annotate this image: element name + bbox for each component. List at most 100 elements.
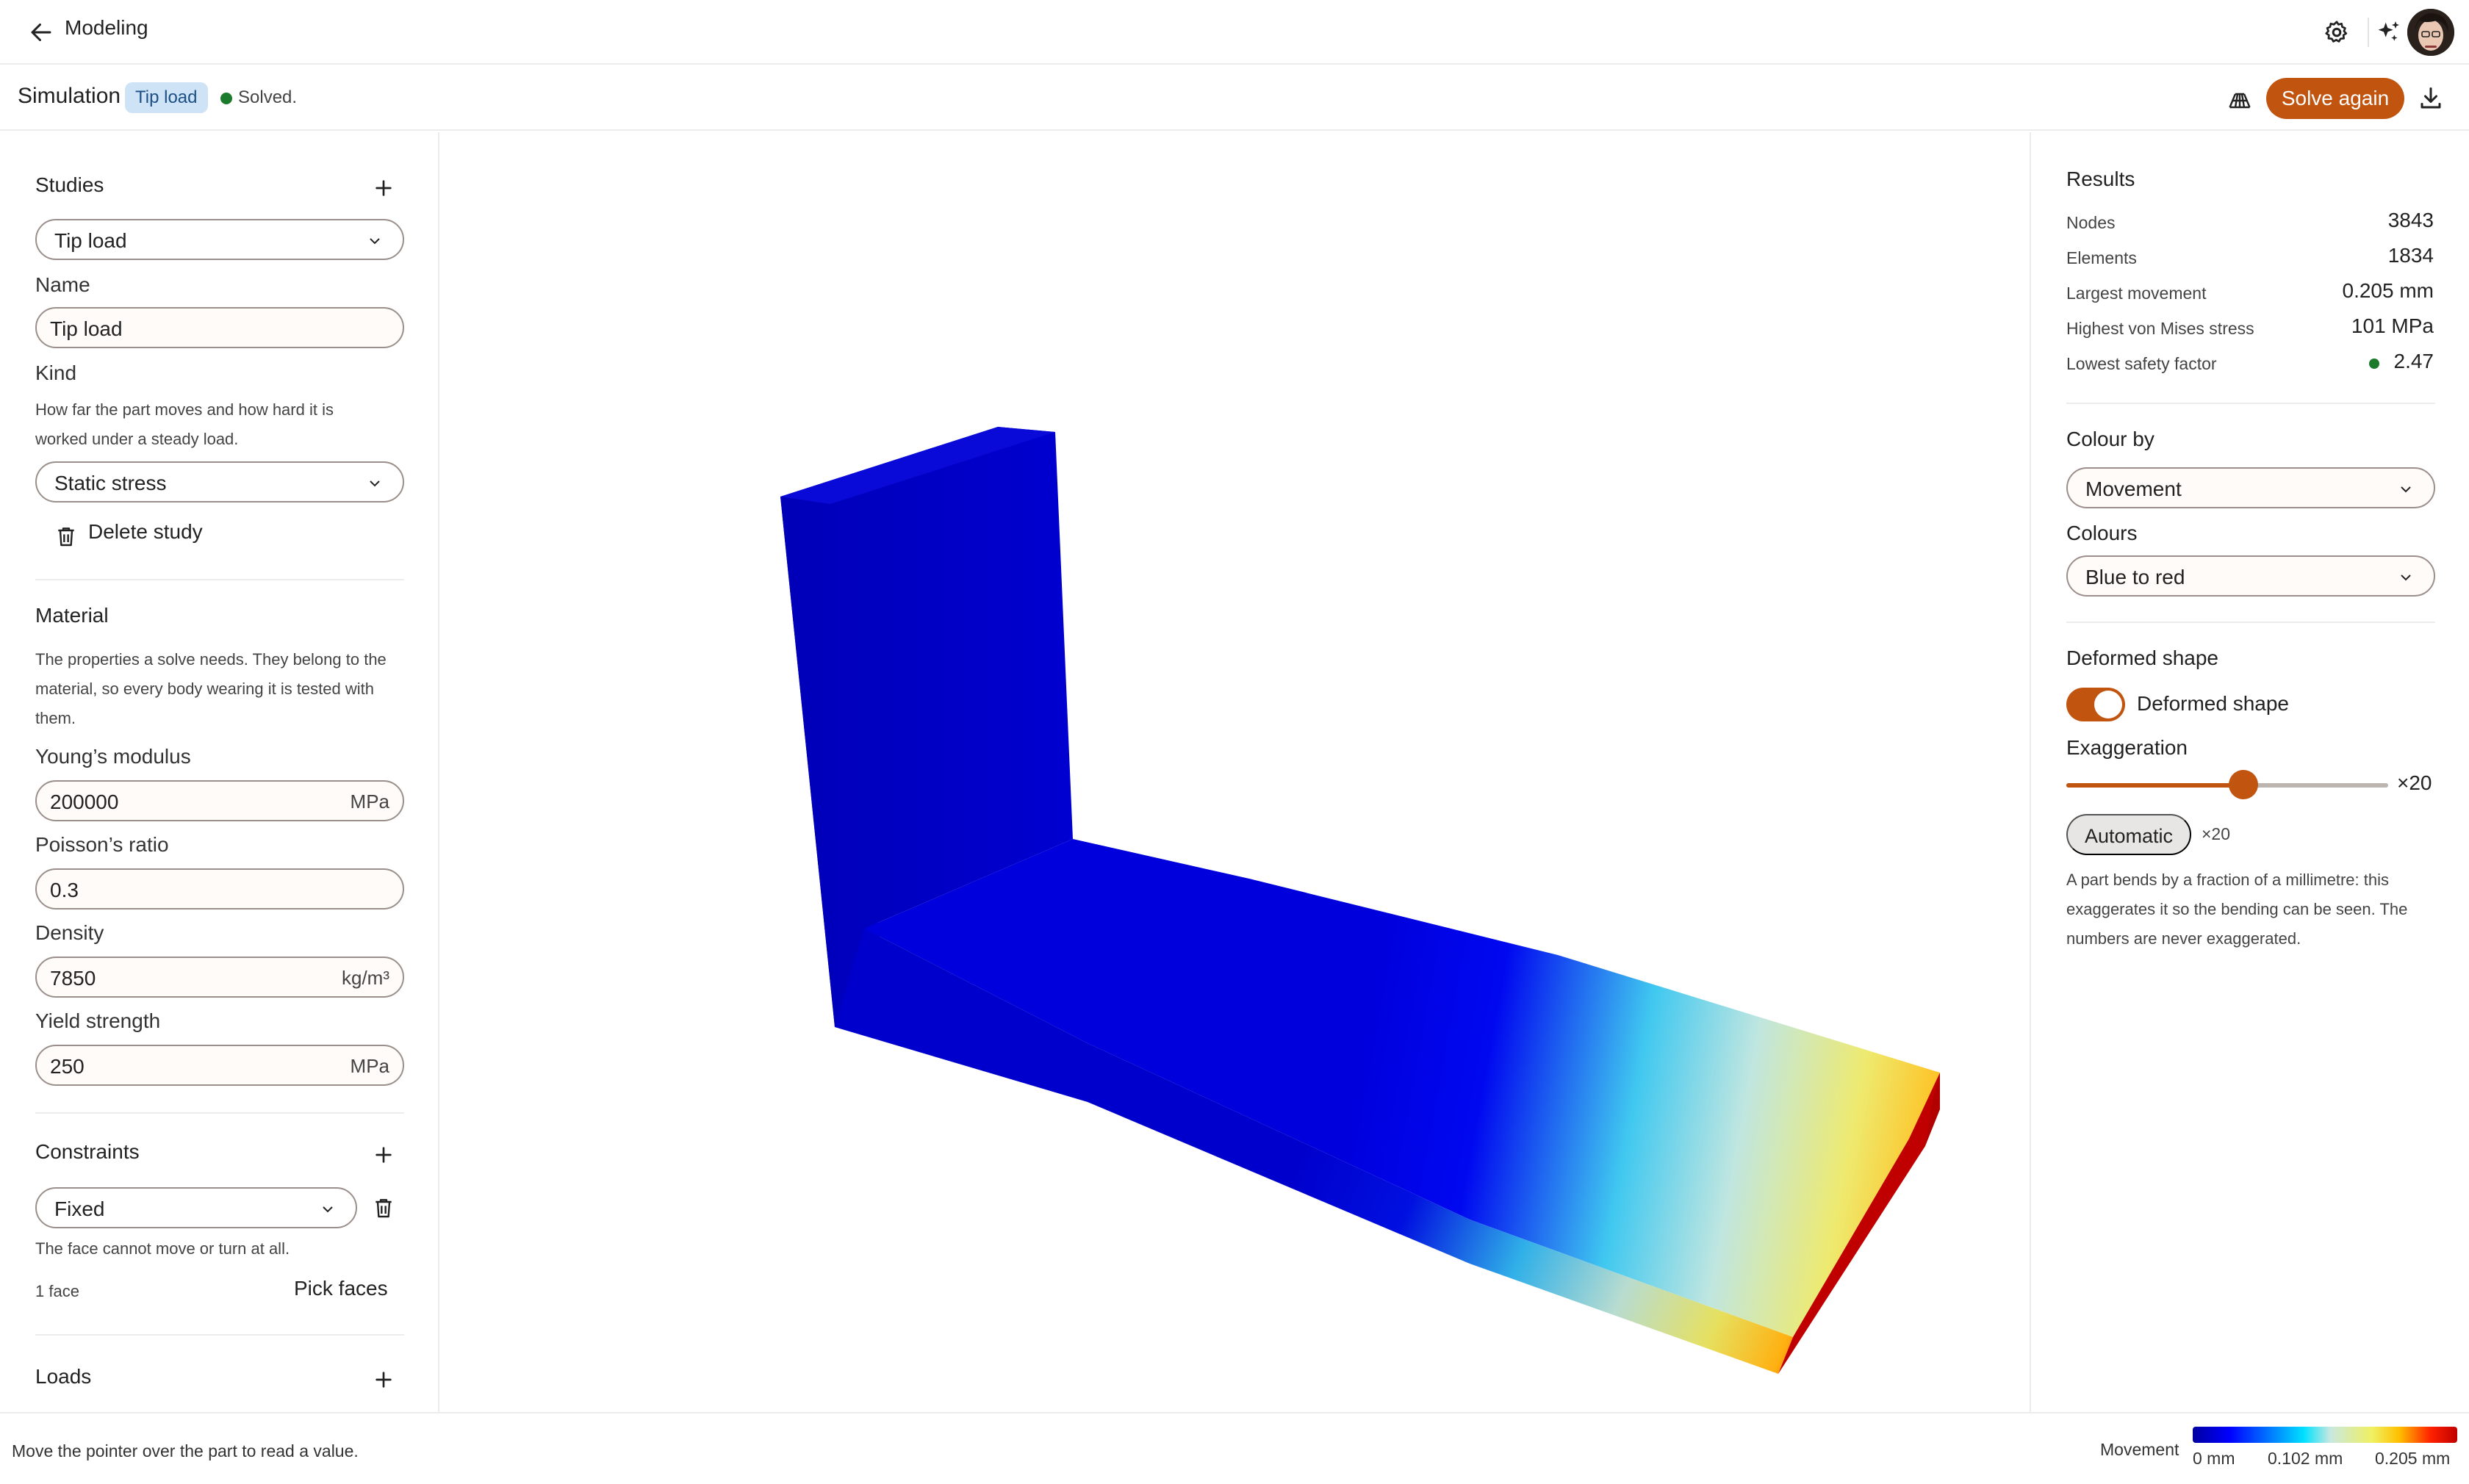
elements-label: Elements: [2066, 248, 2137, 267]
exaggeration-value: ×20: [2397, 771, 2432, 794]
youngs-modulus-input[interactable]: 200000 MPa: [35, 780, 404, 821]
constraint-help-text: The face cannot move or turn at all.: [35, 1239, 290, 1258]
material-heading: Material: [35, 604, 109, 627]
trash-icon[interactable]: [372, 1196, 395, 1220]
constraint-type-select[interactable]: Fixed: [35, 1187, 357, 1228]
kind-label: Kind: [35, 361, 77, 384]
yield-strength-label: Yield strength: [35, 1009, 161, 1032]
status-indicator: [220, 93, 232, 104]
studies-heading: Studies: [35, 173, 104, 196]
exaggeration-slider-thumb[interactable]: [2228, 770, 2258, 799]
nodes-value: 3843: [2387, 209, 2434, 231]
youngs-modulus-label: Young’s modulus: [35, 745, 191, 768]
kind-select-value: Static stress: [54, 472, 167, 494]
name-label: Name: [35, 273, 90, 296]
automatic-exaggeration-button[interactable]: Automatic: [2066, 814, 2191, 855]
study-name-input[interactable]: Tip load: [35, 307, 404, 348]
legend-title: Movement: [2100, 1440, 2179, 1459]
colour-by-value: Movement: [2085, 478, 2182, 500]
gear-icon[interactable]: [2324, 19, 2350, 46]
youngs-modulus-unit: MPa: [350, 790, 389, 813]
deformed-shape-heading: Deformed shape: [2066, 646, 2219, 669]
colour-legend-bar: [2193, 1427, 2457, 1443]
colours-value: Blue to red: [2085, 566, 2185, 588]
chevron-down-icon: [370, 238, 380, 245]
largest-movement-label: Largest movement: [2066, 284, 2207, 303]
safety-indicator: [2369, 359, 2379, 369]
section-divider: [35, 1334, 404, 1336]
elements-value: 1834: [2387, 244, 2434, 267]
add-constraint-plus-icon[interactable]: [372, 1143, 395, 1167]
status-text: Solved.: [238, 87, 298, 107]
section-divider: [2066, 622, 2435, 623]
density-input[interactable]: 7850 kg/m³: [35, 957, 404, 998]
sparkle-icon[interactable]: [2373, 18, 2403, 47]
exaggeration-slider-track[interactable]: [2066, 783, 2388, 788]
setup-panel: Studies Tip load Name Tip load Kind How …: [0, 132, 439, 1412]
top-bar: Modeling: [0, 0, 2469, 65]
model-viewport[interactable]: [441, 132, 2028, 1412]
kind-select[interactable]: Static stress: [35, 461, 404, 503]
colour-by-select[interactable]: Movement: [2066, 467, 2435, 508]
highest-stress-value: 101 MPa: [2351, 314, 2434, 337]
constraints-heading: Constraints: [35, 1140, 140, 1163]
add-study-plus-icon[interactable]: [372, 176, 395, 200]
chevron-down-icon: [323, 1206, 333, 1213]
legend-mid: 0.102 mm: [2268, 1449, 2343, 1468]
avatar[interactable]: [2407, 9, 2454, 56]
simulation-bar: Simulation Tip load Solved. Solve again: [0, 66, 2469, 131]
results-heading: Results: [2066, 168, 2135, 190]
yield-strength-input[interactable]: 250 MPa: [35, 1045, 404, 1086]
mesh-icon[interactable]: [2227, 85, 2253, 112]
trash-icon[interactable]: [54, 525, 78, 548]
study-select[interactable]: Tip load: [35, 219, 404, 260]
density-value: 7850: [50, 967, 96, 990]
section-divider: [2066, 403, 2435, 404]
safety-factor-label: Lowest safety factor: [2066, 354, 2217, 373]
youngs-modulus-value: 200000: [50, 790, 119, 813]
poissons-ratio-value: 0.3: [50, 879, 79, 901]
study-name-value: Tip load: [50, 317, 123, 340]
study-badge: Tip load: [125, 82, 208, 113]
solve-again-button[interactable]: Solve again: [2266, 78, 2404, 119]
back-link-label[interactable]: Modeling: [65, 16, 148, 40]
kind-help-text: How far the part moves and how hard it i…: [35, 400, 334, 448]
chevron-down-icon: [370, 480, 380, 487]
exaggeration-help-text: A part bends by a fraction of a millimet…: [2066, 871, 2408, 948]
chevron-down-icon: [2401, 486, 2411, 493]
safety-factor-value: 2.47: [2393, 350, 2434, 372]
colours-select[interactable]: Blue to red: [2066, 555, 2435, 597]
largest-movement-value: 0.205 mm: [2342, 279, 2434, 302]
automatic-exaggeration-value: ×20: [2202, 824, 2231, 843]
yield-strength-value: 250: [50, 1055, 85, 1078]
toggle-knob: [2094, 691, 2122, 718]
constraint-type-value: Fixed: [54, 1197, 105, 1220]
section-divider: [35, 1112, 404, 1114]
section-divider: [35, 579, 404, 580]
delete-study-button[interactable]: Delete study: [88, 520, 203, 544]
results-panel: Results Nodes 3843 Elements 1834 Largest…: [2030, 132, 2469, 1412]
poissons-ratio-input[interactable]: 0.3: [35, 868, 404, 910]
loads-heading: Loads: [35, 1365, 92, 1388]
status-bar: Move the pointer over the part to read a…: [0, 1412, 2469, 1484]
exaggeration-label: Exaggeration: [2066, 736, 2188, 759]
density-unit: kg/m³: [342, 967, 389, 989]
add-load-plus-icon[interactable]: [372, 1368, 395, 1391]
colours-label: Colours: [2066, 522, 2138, 544]
legend-min: 0 mm: [2193, 1449, 2235, 1468]
deformed-shape-toggle-label: Deformed shape: [2137, 692, 2290, 715]
page-title: Simulation: [18, 84, 121, 108]
highest-stress-label: Highest von Mises stress: [2066, 319, 2254, 338]
material-help-text: The properties a solve needs. They belon…: [35, 650, 387, 727]
density-label: Density: [35, 921, 104, 944]
nodes-label: Nodes: [2066, 213, 2116, 232]
pick-faces-button[interactable]: Pick faces: [294, 1277, 388, 1300]
poissons-ratio-label: Poisson’s ratio: [35, 833, 169, 856]
chevron-down-icon: [2401, 574, 2411, 581]
download-icon[interactable]: [2418, 85, 2444, 112]
deformed-part-render[interactable]: [441, 132, 2028, 1412]
deformed-shape-toggle[interactable]: [2066, 688, 2125, 721]
exaggeration-slider-fill: [2066, 783, 2243, 788]
legend-max: 0.205 mm: [2375, 1449, 2451, 1468]
arrow-left-icon[interactable]: [28, 19, 54, 46]
